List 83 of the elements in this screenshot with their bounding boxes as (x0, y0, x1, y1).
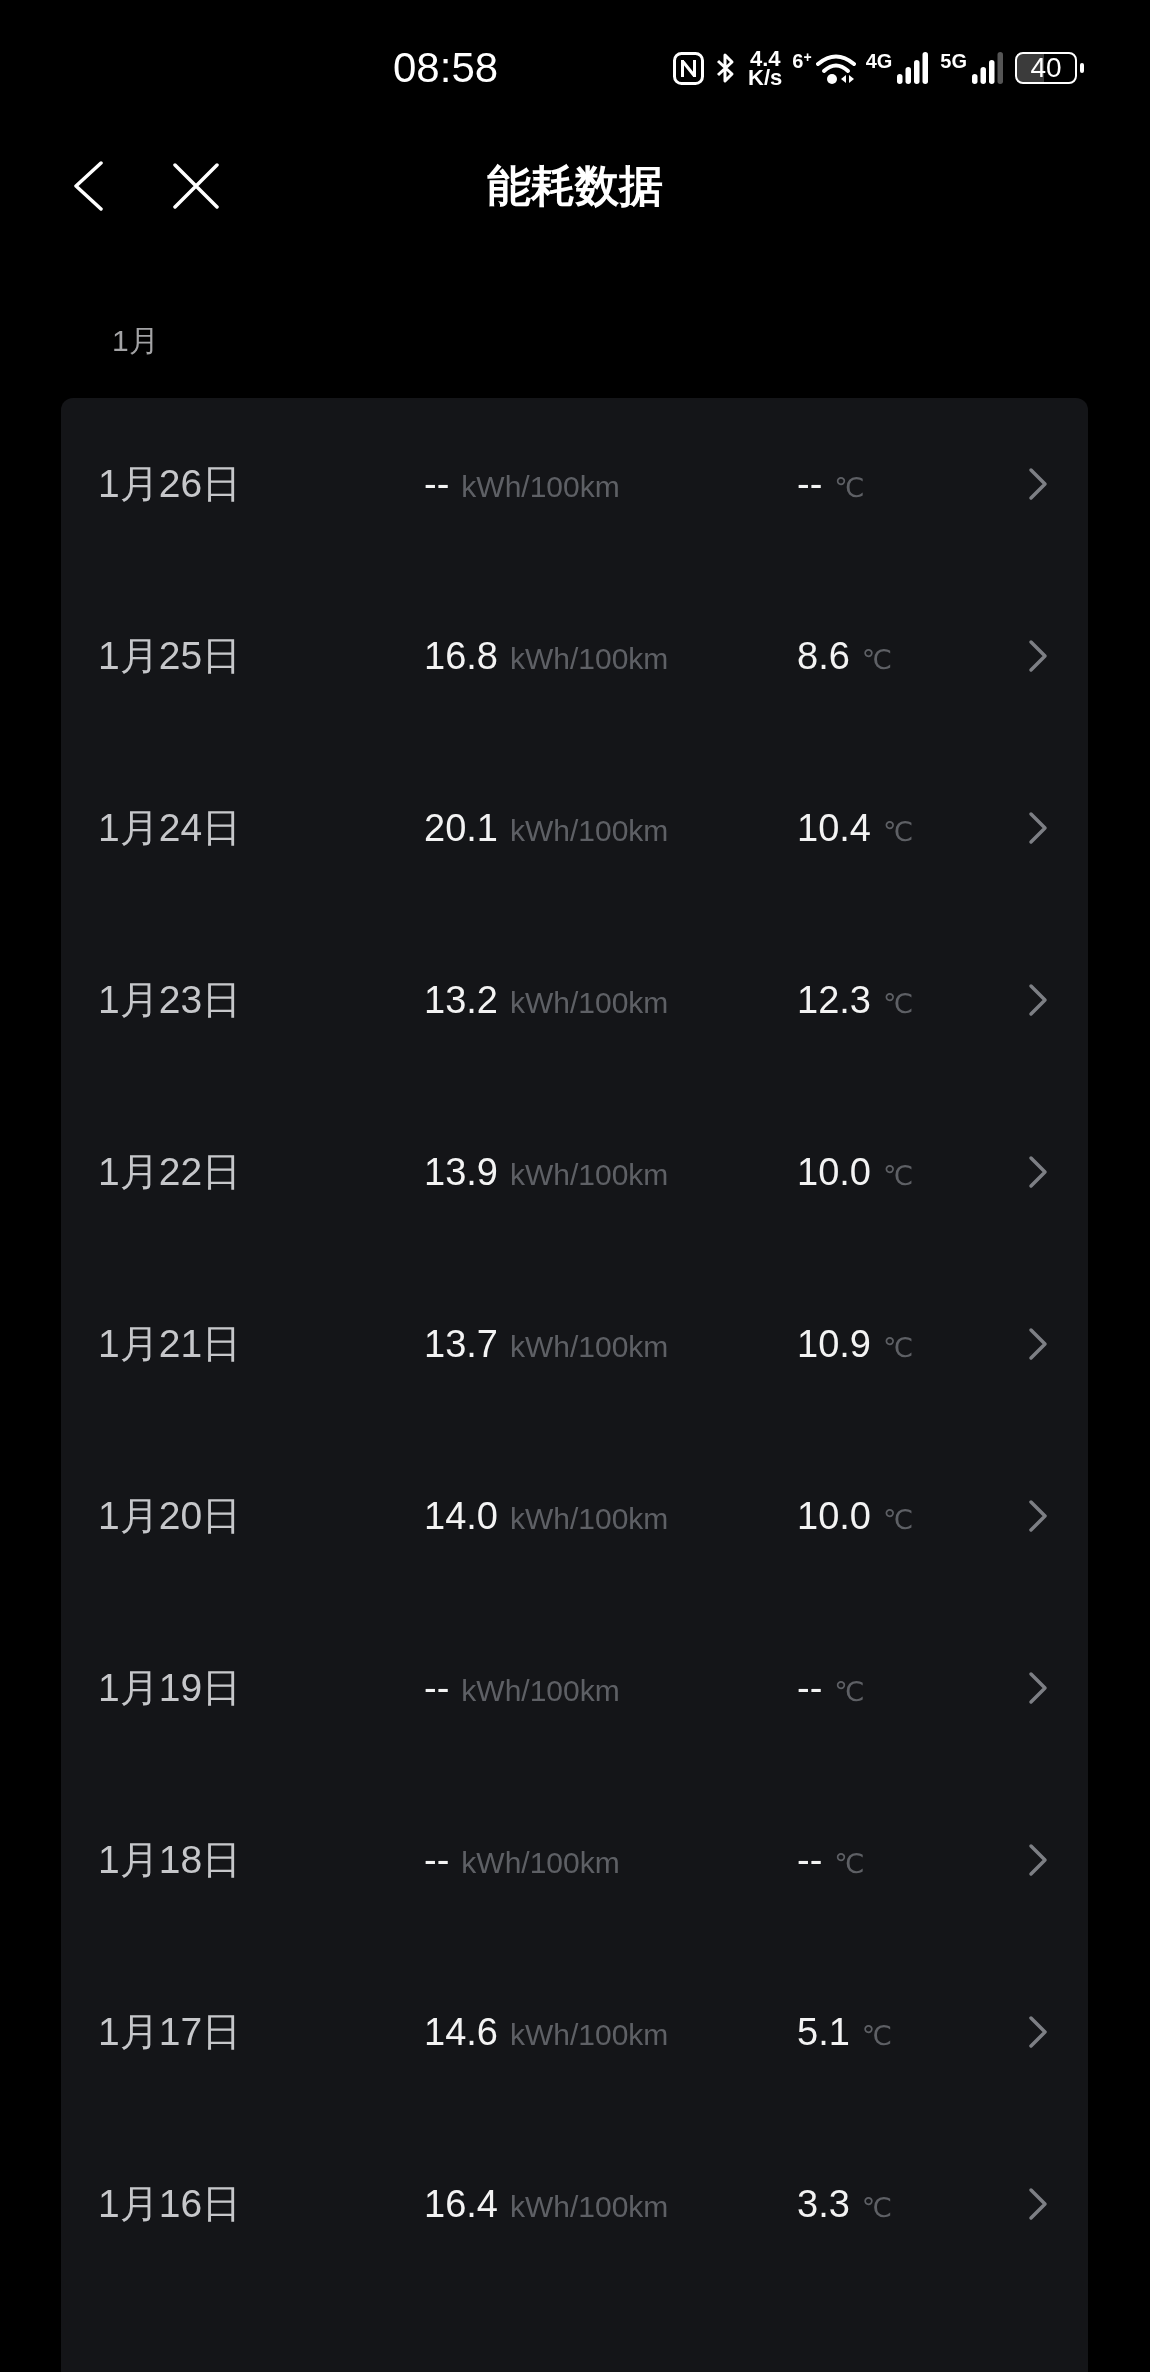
temperature-value: 10.0 (797, 1150, 871, 1194)
date-label: 1月20日 (98, 1493, 242, 1539)
consumption-value: 16.4 (424, 2182, 498, 2226)
date-label: 1月25日 (98, 633, 242, 679)
consumption-unit: kWh/100km (509, 813, 669, 848)
chevron-right-icon[interactable] (1028, 1499, 1048, 1533)
consumption-value: -- (424, 462, 450, 506)
signal-icon (971, 52, 1005, 84)
status-time: 08:58 (393, 47, 499, 89)
date-label: 1月16日 (98, 2181, 242, 2227)
chevron-right-icon[interactable] (1028, 1843, 1048, 1877)
temperature-unit: ℃ (882, 1503, 914, 1536)
temperature-value: -- (797, 1838, 823, 1882)
battery-indicator: 40 (1015, 52, 1084, 84)
chevron-right-icon[interactable] (1028, 467, 1048, 501)
consumption-unit: kWh/100km (509, 641, 669, 676)
nfc-icon (673, 51, 705, 85)
page-title: 能耗数据 (487, 159, 663, 212)
network-speed-unit: K/s (748, 68, 783, 87)
temperature-value: 10.4 (797, 806, 871, 850)
consumption-value: 14.0 (424, 1494, 498, 1538)
temperature-unit: ℃ (834, 1675, 865, 1708)
consumption-value: 14.6 (424, 2010, 498, 2054)
temperature-value: 8.6 (797, 634, 850, 678)
close-button[interactable] (173, 163, 219, 209)
chevron-right-icon[interactable] (1028, 983, 1048, 1017)
consumption-value: 13.7 (424, 1322, 498, 1366)
consumption-unit: kWh/100km (461, 1845, 620, 1880)
temperature-unit: ℃ (834, 1847, 865, 1880)
chevron-right-icon[interactable] (1028, 1671, 1048, 1705)
network-type-label: 5G (940, 52, 968, 71)
close-icon (173, 163, 219, 209)
chevron-right-icon[interactable] (1028, 2187, 1048, 2221)
network-speed-value: 4.4 (749, 49, 781, 68)
wifi-standard-label: 6$^{+}$ (792, 51, 813, 71)
temperature-unit: ℃ (834, 471, 865, 504)
consumption-unit: kWh/100km (509, 2017, 669, 2052)
chevron-right-icon[interactable] (1028, 811, 1048, 845)
temperature-unit: ℃ (882, 815, 914, 848)
chevron-right-icon[interactable] (1028, 639, 1048, 673)
consumption-value: 13.2 (424, 978, 498, 1022)
consumption-value: -- (424, 1838, 450, 1882)
consumption-value: 13.9 (424, 1150, 498, 1194)
date-label: 1月19日 (98, 1665, 242, 1711)
network-type-label: 4G (865, 52, 894, 71)
chevron-right-icon[interactable] (1028, 1327, 1048, 1361)
consumption-unit: kWh/100km (509, 1329, 669, 1364)
temperature-unit: ℃ (861, 643, 893, 676)
back-button[interactable] (72, 161, 104, 211)
date-label: 1月23日 (98, 977, 242, 1023)
date-label: 1月17日 (98, 2009, 242, 2055)
temperature-unit: ℃ (861, 2019, 893, 2052)
date-label: 1月18日 (98, 1837, 242, 1883)
chevron-right-icon[interactable] (1028, 1155, 1048, 1189)
date-label: 1月24日 (98, 805, 242, 851)
temperature-value: 10.9 (797, 1322, 871, 1366)
chevron-right-icon[interactable] (1028, 2015, 1048, 2049)
temperature-value: 5.1 (797, 2010, 850, 2054)
consumption-unit: kWh/100km (461, 1673, 620, 1708)
temperature-unit: ℃ (882, 1159, 914, 1192)
consumption-unit: kWh/100km (509, 1157, 669, 1192)
temperature-value: 10.0 (797, 1494, 871, 1538)
temperature-value: -- (797, 462, 823, 506)
consumption-value: 20.1 (424, 806, 498, 850)
temperature-value: 12.3 (797, 978, 871, 1022)
consumption-value: -- (424, 1666, 450, 1710)
temperature-unit: ℃ (882, 1331, 914, 1364)
consumption-unit: kWh/100km (509, 2189, 669, 2224)
consumption-unit: kWh/100km (509, 985, 669, 1020)
temperature-value: -- (797, 1666, 823, 1710)
date-label: 1月21日 (98, 1321, 242, 1367)
temperature-unit: ℃ (882, 987, 914, 1020)
month-heading: 1月 (112, 323, 159, 359)
consumption-value: 16.8 (424, 634, 498, 678)
consumption-unit: kWh/100km (461, 469, 620, 504)
signal-icon (896, 52, 931, 84)
temperature-value: 3.3 (797, 2182, 850, 2226)
wifi-icon (815, 51, 856, 85)
date-label: 1月26日 (98, 461, 242, 507)
back-icon (72, 161, 104, 211)
temperature-unit: ℃ (861, 2191, 893, 2224)
date-label: 1月22日 (98, 1149, 242, 1195)
consumption-unit: kWh/100km (509, 1501, 669, 1536)
